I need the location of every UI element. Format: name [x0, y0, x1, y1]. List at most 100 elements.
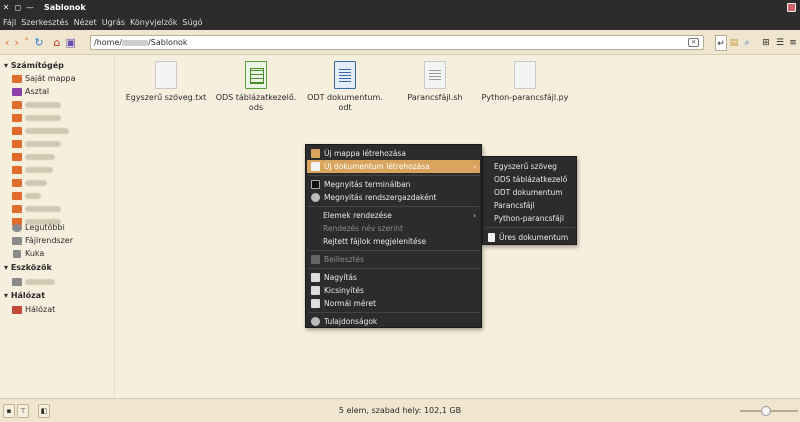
folder-icon [12, 191, 22, 200]
icon-view-icon[interactable]: ⊞ [760, 35, 772, 51]
recent-icon [12, 223, 22, 232]
section-devices[interactable]: ▾ Eszközök [4, 263, 52, 272]
file-item[interactable]: ODT dokumentum. odt [300, 61, 390, 113]
zoom-out-icon [311, 286, 320, 295]
menu-help[interactable]: Súgó [182, 18, 202, 27]
submenu-item-odt[interactable]: ODT dokumentum [484, 186, 575, 199]
zoom-original-icon [311, 299, 320, 308]
list-view-icon[interactable]: ☰ [774, 35, 786, 51]
separator [308, 175, 480, 176]
drive-icon [12, 236, 22, 245]
folder-icon [12, 152, 22, 161]
menu-item-properties[interactable]: Tulajdonságok [307, 315, 480, 328]
menu-item-show-hidden[interactable]: Rejtett fájlok megjelenítése [307, 235, 480, 248]
file-name: Python-parancsfájl.py [481, 93, 569, 102]
menu-item-normal-size[interactable]: Normál méret [307, 297, 480, 310]
folder-icon [12, 165, 22, 174]
menu-item-zoom-out[interactable]: Kicsinyítés [307, 284, 480, 297]
menu-item-open-as-root[interactable]: Megnyitás rendszergazdaként [307, 191, 480, 204]
up-icon[interactable]: ˄ [24, 37, 30, 48]
submenu-item-empty-document[interactable]: Üres dokumentum [484, 231, 575, 244]
text-file-icon [155, 61, 177, 89]
section-network[interactable]: ▾ Hálózat [4, 291, 45, 300]
menu-go[interactable]: Ugrás [102, 18, 125, 27]
address-bar[interactable]: /home/ /Sablonok ✕ [90, 35, 704, 50]
sidebar-item-redacted[interactable] [12, 125, 69, 136]
folder-icon [12, 204, 22, 213]
submenu-item-ods[interactable]: ODS táblázatkezelő [484, 173, 575, 186]
folder-view-icon[interactable]: ▤ [728, 35, 740, 51]
path-toggle-icon[interactable]: ↵ [715, 35, 727, 51]
chevron-right-icon: › [473, 211, 476, 220]
file-item[interactable]: ODS táblázatkezelő. ods [211, 61, 301, 113]
sidebar-item-recent[interactable]: Legutóbbi [12, 222, 65, 233]
back-icon[interactable]: ‹ [5, 37, 9, 48]
zoom-in-icon [311, 273, 320, 282]
file-item[interactable]: Parancsfájl.sh [390, 61, 480, 103]
folder-icon [12, 113, 22, 122]
separator [308, 268, 480, 269]
menu-edit[interactable]: Szerkesztés [21, 18, 68, 27]
separator [485, 227, 575, 228]
sidebar-item-desktop[interactable]: Asztal [12, 86, 49, 97]
reload-icon[interactable]: ↻ [34, 37, 43, 48]
address-suffix: /Sablonok [148, 38, 188, 47]
redacted-username [122, 39, 149, 46]
file-name: Parancsfájl.sh [407, 93, 463, 102]
menu-item-sort-items[interactable]: Elemek rendezése › [307, 209, 480, 222]
chevron-right-icon: › [473, 162, 476, 171]
sidebar-item-network[interactable]: Hálózat [12, 304, 55, 315]
separator [308, 312, 480, 313]
computer-icon[interactable]: ▣ [66, 37, 76, 48]
menu-item-zoom-in[interactable]: Nagyítás [307, 271, 480, 284]
sidebar-item-home[interactable]: Saját mappa [12, 73, 76, 84]
sidebar-item-filesystem[interactable]: Fájlrendszer [12, 235, 73, 246]
menu-view[interactable]: Nézet [74, 18, 97, 27]
maximize-icon[interactable]: ◻ [12, 3, 24, 12]
folder-icon [12, 126, 22, 135]
compact-view-icon[interactable]: ≡ [787, 35, 799, 51]
menu-item-new-document[interactable]: Új dokumentum létrehozása › [307, 160, 480, 173]
sidebar-item-redacted[interactable] [12, 112, 61, 123]
close-icon[interactable]: ✕ [0, 3, 12, 12]
search-icon[interactable]: ⌕ [741, 35, 753, 51]
forward-icon[interactable]: › [14, 37, 18, 48]
menu-item-new-folder[interactable]: Új mappa létrehozása [307, 147, 480, 160]
menu-item-paste: Beillesztés [307, 253, 480, 266]
separator [308, 206, 480, 207]
status-text: 5 elem, szabad hely: 102,1 GB [338, 406, 462, 415]
key-icon [311, 193, 320, 202]
file-name: ODS táblázatkezelő. ods [215, 93, 297, 112]
sidebar-item-redacted[interactable] [12, 164, 53, 175]
document-file-icon [334, 61, 356, 89]
menu-bookmarks[interactable]: Könyvjelzők [130, 18, 177, 27]
sidebar-item-trash[interactable]: Kuka [12, 248, 44, 259]
address-prefix: /home/ [94, 38, 123, 47]
menu-item-sort-by-name: Rendezés név szerint [323, 224, 403, 233]
zoom-slider[interactable] [740, 406, 798, 416]
sidebar-item-redacted[interactable] [12, 177, 47, 188]
window-title: Sablonok [44, 3, 86, 12]
section-computer[interactable]: ▾ Számítógép [4, 61, 64, 70]
sidebar-item-redacted[interactable] [12, 190, 41, 201]
new-folder-icon [311, 149, 320, 158]
sidebar-item-redacted[interactable] [12, 138, 61, 149]
trash-icon [13, 249, 21, 258]
sidebar-item-redacted[interactable] [12, 99, 61, 110]
app-icon [787, 3, 796, 12]
desktop-icon [12, 87, 22, 96]
file-item[interactable]: Egyszerű szöveg.txt [121, 61, 211, 103]
minimize-icon[interactable]: — [24, 3, 36, 12]
menu-file[interactable]: Fájl [3, 18, 16, 27]
menu-item-open-terminal[interactable]: Megnyitás terminálban [307, 178, 480, 191]
home-folder-icon [12, 74, 22, 83]
home-icon[interactable]: ⌂ [54, 37, 61, 48]
submenu-item-python[interactable]: Python-parancsfájl [484, 212, 575, 225]
sidebar-item-device[interactable] [12, 276, 55, 287]
sidebar-item-redacted[interactable] [12, 203, 61, 214]
sidebar-item-redacted[interactable] [12, 151, 55, 162]
clear-address-icon[interactable]: ✕ [688, 38, 699, 47]
submenu-item-script[interactable]: Parancsfájl [484, 199, 575, 212]
submenu-item-plain-text[interactable]: Egyszerű szöveg [484, 160, 575, 173]
file-item[interactable]: Python-parancsfájl.py [480, 61, 570, 103]
